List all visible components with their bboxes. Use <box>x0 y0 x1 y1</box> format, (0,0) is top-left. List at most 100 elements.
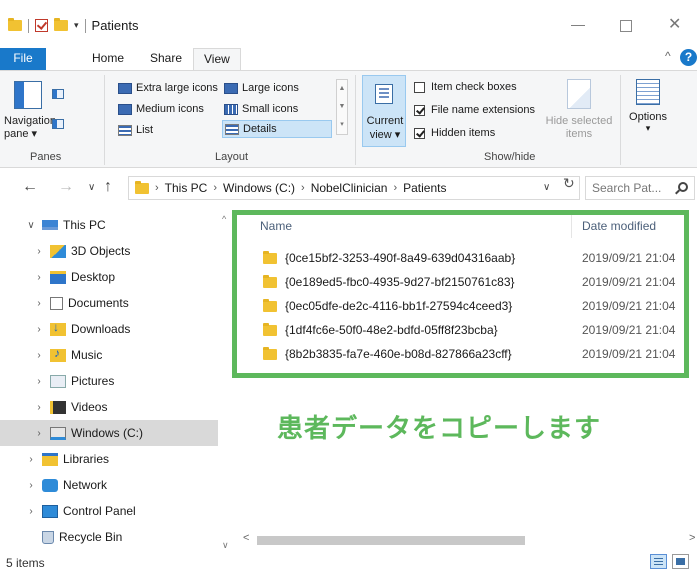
recycle-bin-icon <box>42 530 54 544</box>
divider <box>84 18 86 33</box>
tab-home[interactable]: Home <box>82 48 134 70</box>
chevron-right-icon[interactable]: › <box>34 350 44 361</box>
scrollbar-thumb[interactable] <box>257 536 525 545</box>
back-arrow-icon[interactable]: ← <box>22 178 38 196</box>
chevron-right-icon[interactable]: › <box>393 182 397 194</box>
collapse-ribbon-icon[interactable]: ^ <box>665 49 671 63</box>
tree-item-music[interactable]: › Music <box>0 342 218 368</box>
layout-details[interactable]: Details <box>222 120 332 138</box>
close-button[interactable]: ✕ <box>668 14 681 34</box>
customize-toolbar-icon[interactable]: ▾ <box>74 20 79 31</box>
medium-icons-icon <box>118 103 132 115</box>
folder-icon[interactable] <box>8 18 22 31</box>
chevron-right-icon[interactable]: › <box>34 324 44 335</box>
layout-extra-large-icons[interactable]: Extra large icons <box>118 79 218 97</box>
quick-access-toolbar: ▾ Patients <box>8 18 139 33</box>
hide-selected-items-button[interactable]: Hide selected items <box>542 79 616 141</box>
item-check-boxes-toggle[interactable]: Item check boxes <box>414 81 517 93</box>
tree-item-videos[interactable]: › Videos <box>0 394 218 420</box>
chevron-right-icon[interactable]: › <box>213 182 217 194</box>
network-icon <box>42 478 58 492</box>
chevron-right-icon[interactable]: › <box>34 402 44 413</box>
chevron-right-icon[interactable]: › <box>301 182 305 194</box>
horizontal-scrollbar[interactable]: < > <box>235 532 697 550</box>
tree-item-desktop[interactable]: › Desktop <box>0 264 218 290</box>
item-count: 5 items <box>6 556 45 570</box>
chevron-right-icon[interactable]: › <box>26 454 36 465</box>
tree-item-pictures[interactable]: › Pictures <box>0 368 218 394</box>
tree-item-this-pc[interactable]: ∨ This PC <box>0 212 218 238</box>
large-icons-view-icon[interactable] <box>672 554 689 569</box>
ribbon: Navigation pane ▾ Panes Extra large icon… <box>0 70 697 168</box>
tree-item-control-panel[interactable]: › Control Panel <box>0 498 218 524</box>
help-icon[interactable]: ? <box>680 49 697 66</box>
layout-small-icons[interactable]: Small icons <box>224 100 298 118</box>
tree-item-network[interactable]: › Network <box>0 472 218 498</box>
navigation-pane-button[interactable]: Navigation pane ▾ <box>4 115 56 141</box>
chevron-right-icon[interactable]: › <box>26 480 36 491</box>
chevron-right-icon[interactable]: › <box>34 376 44 387</box>
documents-icon <box>50 296 63 310</box>
chevron-down-icon[interactable]: ∨ <box>26 220 36 231</box>
tab-file[interactable]: File <box>0 48 46 70</box>
file-name-extensions-toggle[interactable]: File name extensions <box>414 104 535 116</box>
list-icon <box>118 124 132 136</box>
preview-pane-icon[interactable] <box>52 89 64 99</box>
chevron-right-icon[interactable]: › <box>155 182 159 194</box>
tree-item-documents[interactable]: › Documents <box>0 290 218 316</box>
address-row: ← → ∨ ↑ › This PC › Windows (C:) › Nobel… <box>0 172 697 204</box>
navigation-pane-icon[interactable] <box>14 81 42 109</box>
new-folder-icon[interactable] <box>54 18 68 31</box>
recent-locations-icon[interactable]: ∨ <box>88 182 95 193</box>
scroll-up-icon[interactable]: ^ <box>222 214 226 224</box>
scroll-left-icon[interactable]: < <box>243 532 249 544</box>
hidden-items-checkbox[interactable] <box>414 127 425 139</box>
chevron-right-icon[interactable]: › <box>34 272 44 283</box>
breadcrumb-windows-c[interactable]: Windows (C:) <box>223 181 295 195</box>
current-view-button[interactable]: Current view ▾ <box>362 75 406 147</box>
tab-share[interactable]: Share <box>140 48 192 70</box>
options-button[interactable]: Options ▾ <box>624 79 672 134</box>
ribbon-tabs: File Home Share View <box>0 48 697 71</box>
large-icons-icon <box>224 82 238 94</box>
minimize-button[interactable]: — <box>571 16 585 32</box>
tree-item-recycle-bin[interactable]: Recycle Bin <box>0 524 218 550</box>
tree-item-downloads[interactable]: › Downloads <box>0 316 218 342</box>
scroll-right-icon[interactable]: > <box>689 532 695 544</box>
details-pane-icon[interactable] <box>52 119 64 129</box>
layout-gallery-scroll[interactable]: ▲ ▼ ▾ <box>336 79 348 135</box>
layout-medium-icons[interactable]: Medium icons <box>118 100 204 118</box>
item-check-boxes-checkbox[interactable] <box>414 81 425 93</box>
tab-view[interactable]: View <box>193 48 241 71</box>
search-icon <box>678 182 688 192</box>
search-input[interactable]: Search Pat... <box>585 176 695 200</box>
breadcrumb-patients[interactable]: Patients <box>403 181 446 195</box>
details-view-icon[interactable] <box>650 554 667 569</box>
up-arrow-icon[interactable]: ↑ <box>104 178 112 196</box>
chevron-right-icon[interactable]: › <box>34 428 44 439</box>
layout-list[interactable]: List <box>118 121 153 139</box>
extra-large-icons-icon <box>118 82 132 94</box>
forward-arrow-icon[interactable]: → <box>58 178 74 196</box>
properties-icon[interactable] <box>35 19 48 32</box>
chevron-right-icon[interactable]: › <box>34 246 44 257</box>
refresh-icon[interactable]: ↻ <box>563 175 575 192</box>
file-name-extensions-checkbox[interactable] <box>414 104 425 116</box>
address-dropdown-icon[interactable]: ∨ <box>543 182 550 193</box>
tree-item-windows-c[interactable]: › Windows (C:) <box>0 420 218 446</box>
layout-large-icons[interactable]: Large icons <box>224 79 299 97</box>
current-view-icon <box>375 84 393 104</box>
maximize-button[interactable] <box>620 20 632 32</box>
address-bar[interactable]: › This PC › Windows (C:) › NobelClinicia… <box>128 176 580 200</box>
hidden-items-toggle[interactable]: Hidden items <box>414 127 495 139</box>
tree-item-libraries[interactable]: › Libraries <box>0 446 218 472</box>
annotation-text: 患者データをコピーします <box>277 414 602 444</box>
scroll-down-icon[interactable]: ∨ <box>222 540 229 551</box>
divider <box>104 75 105 165</box>
chevron-right-icon[interactable]: › <box>34 298 44 309</box>
chevron-right-icon[interactable]: › <box>26 506 36 517</box>
tree-item-3d-objects[interactable]: › 3D Objects <box>0 238 218 264</box>
breadcrumb-nobelclinician[interactable]: NobelClinician <box>311 181 388 195</box>
breadcrumb-this-pc[interactable]: This PC <box>165 181 208 195</box>
options-icon <box>636 79 660 105</box>
